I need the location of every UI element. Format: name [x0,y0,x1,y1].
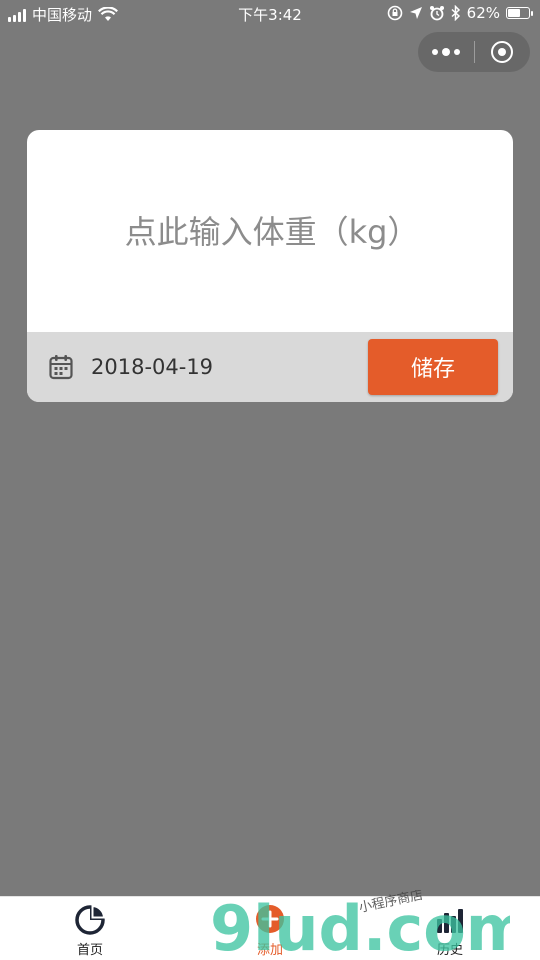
battery-fill [508,9,520,17]
tab-label: 添加 [256,943,283,958]
tab-home[interactable]: 首页 [0,897,180,960]
miniprogram-capsule [418,32,530,72]
date-value: 2018-04-19 [91,355,214,379]
battery-percent: 62% [466,4,500,22]
save-button[interactable]: 储存 [368,339,498,395]
tab-add[interactable]: 添加 [180,897,360,960]
bluetooth-icon [451,5,460,21]
bar-chart-icon [437,909,463,933]
status-right: 62% [387,4,533,22]
weight-input[interactable] [27,130,513,334]
close-miniprogram-icon [491,41,514,63]
tab-label: 首页 [76,943,103,958]
card-footer: 2018-04-19 储存 [27,332,513,402]
more-icon [431,47,460,56]
tab-label: 历史 [436,943,463,958]
add-icon [256,905,284,933]
tab-history[interactable]: 历史 [360,897,540,960]
pie-chart-icon [75,904,106,935]
status-bar: 中国移动 下午3:42 62% [0,0,540,28]
more-button[interactable] [418,32,474,72]
tab-bar: 首页 添加 历史 [0,896,540,960]
battery-icon [506,7,533,19]
weight-entry-card: 2018-04-19 储存 [27,130,513,402]
close-miniprogram-button[interactable] [475,32,531,72]
orientation-lock-icon [387,5,402,21]
calendar-icon [49,355,73,380]
location-icon [409,7,422,19]
date-picker[interactable]: 2018-04-19 [27,354,368,380]
alarm-icon [429,6,444,21]
